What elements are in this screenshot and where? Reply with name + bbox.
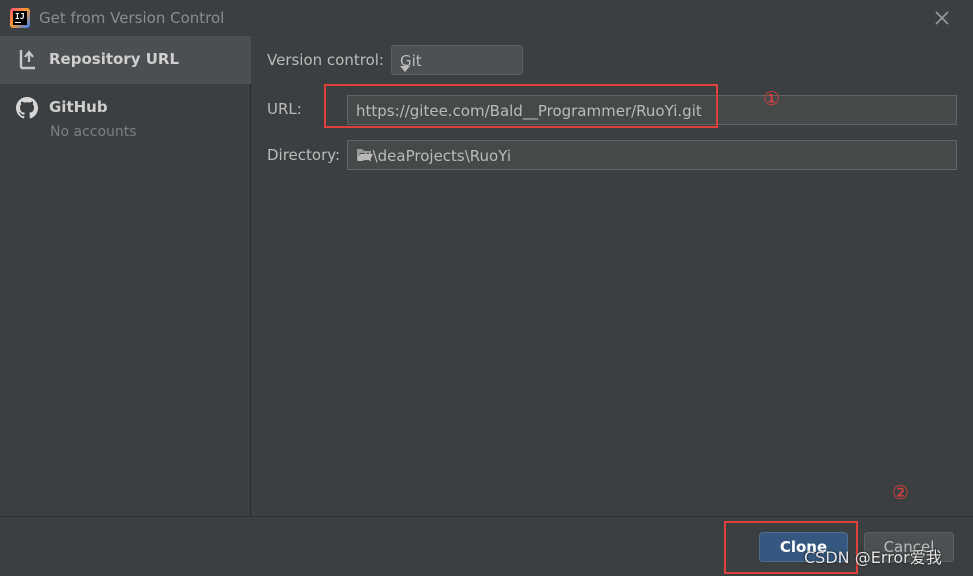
csdn-watermark: CSDN @Error爱我 <box>804 548 942 567</box>
url-value: https://gitee.com/Bald__Programmer/RuoYi… <box>356 102 702 120</box>
sidebar: Repository URL GitHub No accounts <box>0 36 251 516</box>
url-label: URL: <box>267 100 302 118</box>
url-input[interactable]: https://gitee.com/Bald__Programmer/RuoYi… <box>347 95 957 125</box>
annotation-step-2: ② <box>892 482 910 504</box>
github-icon <box>16 97 38 123</box>
version-control-label: Version control: <box>267 51 384 69</box>
repository-url-icon <box>16 48 38 74</box>
annotation-step-1: ① <box>763 88 781 110</box>
title-bar: IJ Get from Version Control <box>0 0 973 36</box>
app-icon-letters: IJ <box>15 12 25 21</box>
sidebar-item-label: GitHub <box>49 98 108 116</box>
window-title: Get from Version Control <box>39 9 225 27</box>
intellij-app-icon: IJ <box>10 8 30 28</box>
sidebar-item-repository-url[interactable]: Repository URL <box>0 36 251 84</box>
directory-input[interactable]: D:\deaProjects\RuoYi <box>347 140 957 170</box>
folder-browse-icon[interactable] <box>356 147 950 165</box>
version-control-select[interactable]: Git <box>391 45 523 75</box>
close-icon[interactable] <box>932 8 952 28</box>
github-accounts-status: No accounts <box>50 124 137 140</box>
sidebar-item-label: Repository URL <box>49 50 179 68</box>
dropdown-arrow-icon <box>400 58 513 76</box>
directory-label: Directory: <box>267 146 341 164</box>
sidebar-item-github[interactable]: GitHub No accounts <box>0 86 251 146</box>
